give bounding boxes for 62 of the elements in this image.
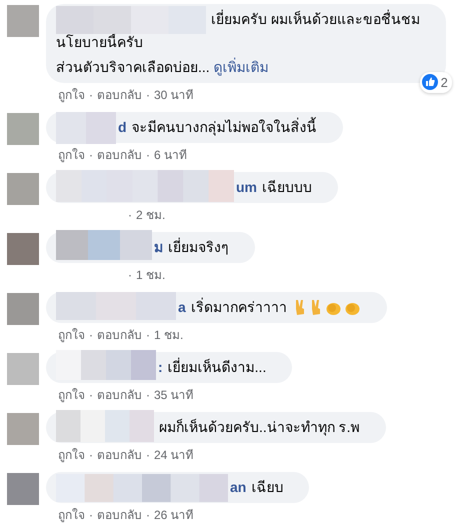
comment-action-link[interactable]: ถูกใจ (58, 446, 85, 464)
separator-dot: · (89, 447, 93, 464)
comment-text: ส่วนตัวบริจาคเลือดบ่อย... (56, 58, 210, 77)
comment-text: เยี่ยมจริงๆ (168, 238, 229, 257)
see-more-link[interactable]: ดูเพิ่มเติม (214, 58, 269, 77)
comment-time: 30 นาที (154, 87, 194, 104)
comment-time: 1 ชม. (154, 327, 184, 344)
comment-text: นโยบายนี้ครับ (56, 33, 143, 52)
comment-time: 2 ชม. (136, 207, 166, 224)
separator-dot: · (146, 147, 150, 164)
comment-time: 35 นาที (154, 387, 194, 404)
comment-action-link[interactable]: ถูกใจ (58, 146, 85, 164)
separator-dot: · (89, 387, 93, 404)
comment-action-link[interactable]: ถูกใจ (58, 506, 85, 524)
separator-dot: · (146, 327, 150, 344)
comment-action-link[interactable]: ถูกใจ (58, 86, 85, 104)
comment-time: 24 นาที (154, 447, 194, 464)
separator-dot: · (89, 147, 93, 164)
avatar[interactable] (7, 293, 39, 325)
avatar[interactable] (7, 353, 39, 385)
separator-dot: · (146, 87, 150, 104)
comment-time: 26 นาที (154, 507, 194, 524)
comment-time: 6 นาที (154, 147, 188, 164)
comment-action-link[interactable]: ตอบกลับ (97, 326, 142, 344)
comment-text: เฉียบ (251, 478, 284, 497)
separator-dot: · (146, 447, 150, 464)
comment-time: 1 ชม. (136, 267, 166, 284)
separator-dot: · (146, 387, 150, 404)
thumbs-up-icon (422, 74, 438, 90)
author-name[interactable]: a (178, 298, 186, 317)
comment-text: เยี่ยมเห็นดีงาม... (168, 358, 266, 377)
author-name[interactable]: d (118, 118, 127, 137)
separator-dot: · (128, 267, 132, 284)
reaction-count[interactable]: 2 (420, 72, 452, 93)
separator-dot: · (89, 507, 93, 524)
comment-action-link[interactable]: ตอบกลับ (97, 506, 142, 524)
avatar[interactable] (7, 473, 39, 505)
separator-dot: · (128, 207, 132, 224)
author-name[interactable]: : (158, 358, 163, 377)
comment-text: จะมีคนบางกลุ่มไม่พอใจในสิ่งนี้ (132, 118, 317, 137)
avatar[interactable] (7, 113, 39, 145)
comment-text: เฉียบบบ (262, 178, 312, 197)
avatar[interactable] (7, 5, 39, 37)
avatar[interactable] (7, 413, 39, 445)
comment-action-link[interactable]: ตอบกลับ (97, 446, 142, 464)
comment-action-link[interactable]: ตอบกลับ (97, 86, 142, 104)
avatar[interactable] (7, 233, 39, 265)
author-name[interactable]: an (230, 478, 246, 497)
comment-action-link[interactable]: ตอบกลับ (97, 146, 142, 164)
separator-dot: · (89, 327, 93, 344)
comment-text: เยี่ยมครับ ผมเห็นด้วยและขอชื่นชม (211, 10, 420, 29)
pixelated-blur (56, 112, 116, 144)
comment-action-link[interactable]: ถูกใจ (58, 326, 85, 344)
comment-action-link[interactable]: ถูกใจ (58, 386, 85, 404)
comment-action-link[interactable]: ตอบกลับ (97, 386, 142, 404)
separator-dot: · (89, 87, 93, 104)
author-name[interactable]: um (236, 178, 257, 197)
comment-text: เริ่ดมากคร่าาาา (190, 298, 287, 317)
comment-text: ผมก็เห็นด้วยครับ..น่าจะทำทุก ร.พ (159, 418, 360, 437)
separator-dot: · (146, 507, 150, 524)
avatar[interactable] (7, 173, 39, 205)
author-name[interactable]: ม (154, 238, 163, 257)
